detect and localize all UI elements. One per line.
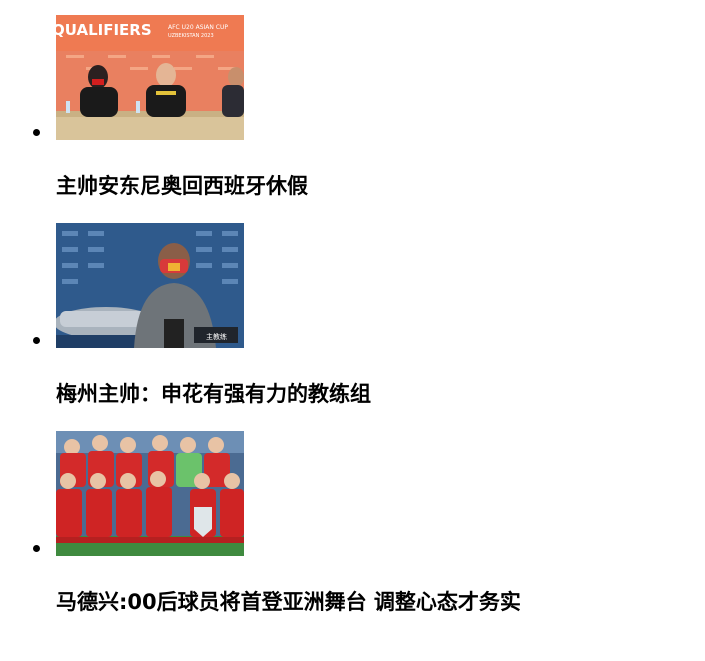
list-bullet xyxy=(33,337,40,344)
team-photo-image xyxy=(56,431,244,556)
list-bullet xyxy=(33,545,40,552)
svg-text:主教练: 主教练 xyxy=(206,332,227,341)
svg-text:UZBEKISTAN 2023: UZBEKISTAN 2023 xyxy=(168,33,214,39)
news-thumbnail[interactable] xyxy=(56,431,244,556)
coach-interview-image: 主教练 xyxy=(56,223,244,348)
news-thumbnail[interactable]: 主教练 xyxy=(56,223,244,348)
news-list: QUALIFIERS AFC U20 ASIAN CUP UZBEKISTAN … xyxy=(0,0,705,661)
press-conference-image: QUALIFIERS AFC U20 ASIAN CUP UZBEKISTAN … xyxy=(56,15,244,140)
news-headline[interactable]: 主帅安东尼奥回西班牙休假 xyxy=(56,172,308,200)
list-bullet xyxy=(33,129,40,136)
svg-text:AFC U20 ASIAN CUP: AFC U20 ASIAN CUP xyxy=(168,24,228,31)
news-headline[interactable]: 梅州主帅：申花有强有力的教练组 xyxy=(56,380,371,408)
news-thumbnail[interactable]: QUALIFIERS AFC U20 ASIAN CUP UZBEKISTAN … xyxy=(56,15,244,140)
thumb-caption: QUALIFIERS xyxy=(56,21,152,39)
news-headline[interactable]: 马德兴:00后球员将首登亚洲舞台 调整心态才务实 xyxy=(56,588,521,616)
